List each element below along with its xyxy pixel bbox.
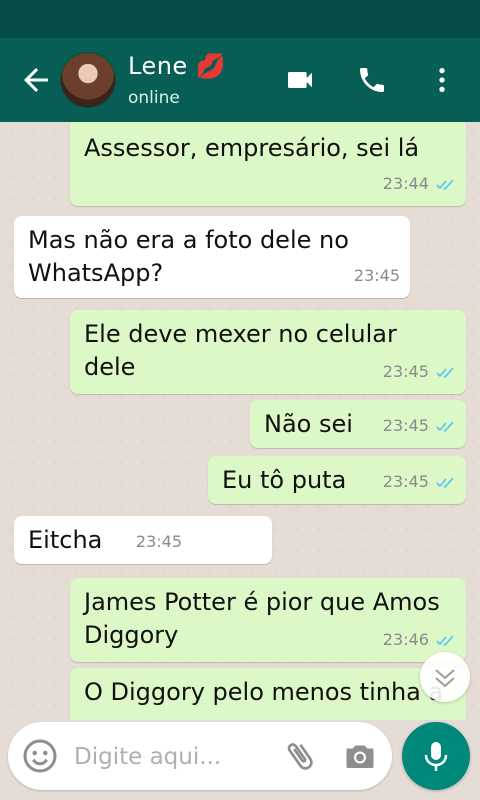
message-text: Mas não era a foto dele no WhatsApp? — [28, 226, 349, 287]
message-text: Não sei — [264, 410, 353, 438]
video-call-icon[interactable] — [284, 64, 316, 96]
message-composer — [8, 722, 392, 790]
message-bubble[interactable]: Eitcha 23:45 — [14, 516, 272, 564]
message-meta: 23:45 — [136, 525, 182, 558]
message-time: 23:46 — [382, 630, 429, 649]
mic-icon — [424, 742, 448, 771]
message-bubble[interactable]: Assessor, empresário, sei lá 23:44 — [70, 122, 466, 206]
message-text: Eu tô puta — [222, 466, 347, 494]
message-bubble[interactable]: Eu tô puta 23:45 — [208, 456, 466, 504]
chat-header: Lene 💋 online — [0, 38, 480, 122]
scroll-down-icon — [435, 669, 455, 688]
read-tick-icon — [436, 634, 454, 646]
message-text: Eitcha — [28, 526, 103, 554]
message-meta: 23:44 — [383, 167, 456, 200]
read-tick-icon — [436, 476, 454, 488]
mic-button[interactable] — [402, 722, 470, 790]
message-meta: 23:45 — [383, 355, 456, 388]
contact-status: online — [128, 88, 180, 108]
read-tick-icon — [436, 178, 454, 190]
message-time: 23:45 — [353, 266, 400, 285]
message-bubble[interactable]: Não sei 23:45 — [250, 400, 466, 448]
phone-icon[interactable] — [356, 64, 388, 96]
contact-name[interactable]: Lene 💋 — [128, 52, 226, 80]
avatar[interactable] — [60, 52, 116, 108]
message-bubble[interactable]: O Diggory pelo menos tinha a — [70, 668, 466, 720]
message-time: 23:45 — [382, 362, 429, 381]
status-bar — [0, 0, 480, 38]
scroll-down-button[interactable] — [420, 652, 470, 702]
message-meta: 23:45 — [354, 259, 400, 292]
emoji-icon[interactable] — [22, 738, 58, 774]
read-tick-icon — [436, 366, 454, 378]
camera-icon[interactable] — [342, 738, 378, 774]
attach-icon[interactable] — [282, 738, 318, 774]
message-time: 23:45 — [382, 416, 429, 435]
message-time: 23:45 — [382, 472, 429, 491]
more-vert-icon[interactable] — [426, 64, 458, 96]
message-meta: 23:45 — [383, 409, 456, 442]
message-meta: 23:45 — [383, 465, 456, 498]
message-input[interactable] — [72, 738, 276, 776]
message-time: 23:44 — [382, 174, 429, 193]
message-text: O Diggory pelo menos tinha a — [84, 678, 444, 706]
message-text: Assessor, empresário, sei lá — [84, 134, 420, 162]
message-bubble[interactable]: Mas não era a foto dele no WhatsApp? 23:… — [14, 216, 410, 298]
message-bubble[interactable]: James Potter é pior que Amos Diggory 23:… — [70, 578, 466, 662]
message-text: Ele deve mexer no celular dele — [84, 320, 397, 381]
message-time: 23:45 — [135, 532, 182, 551]
message-list[interactable]: Assessor, empresário, sei lá 23:44 Mas n… — [0, 122, 480, 720]
back-arrow-icon[interactable] — [18, 62, 54, 98]
read-tick-icon — [436, 420, 454, 432]
message-bubble[interactable]: Ele deve mexer no celular dele 23:45 — [70, 310, 466, 394]
